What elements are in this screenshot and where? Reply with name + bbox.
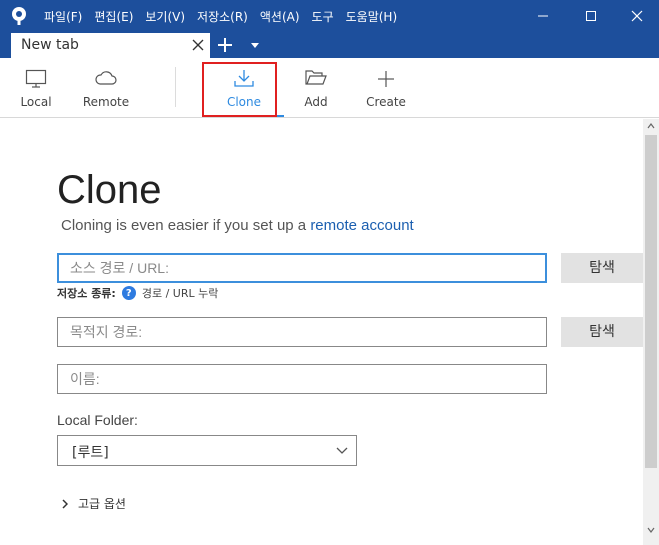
local-folder-value: [루트] (72, 445, 109, 461)
clone-label: Clone (226, 95, 262, 109)
title-bar: 파일(F) 편집(E) 보기(V) 저장소(R) 액션(A) 도구 도움말(H) (0, 0, 659, 32)
tab-bar: New tab (0, 32, 659, 58)
advanced-options-toggle[interactable]: 고급 옵션 (62, 495, 126, 512)
toolbar: Local Remote Clone Add Create (0, 58, 659, 118)
tab-label: New tab (21, 37, 79, 53)
source-url-input[interactable] (57, 253, 547, 283)
menu-file[interactable]: 파일(F) (44, 8, 82, 25)
clone-button[interactable]: Clone (204, 58, 284, 118)
scroll-up-icon[interactable] (647, 123, 655, 129)
repo-type-row: 저장소 종류: ? 경로 / URL 누락 (57, 285, 218, 301)
browse-destination-button[interactable]: 탐색 (561, 317, 643, 347)
help-icon[interactable]: ? (121, 286, 136, 300)
active-tool-indicator (204, 115, 284, 117)
vertical-scrollbar[interactable] (643, 119, 659, 545)
remote-account-link[interactable]: remote account (310, 217, 413, 234)
menu-view[interactable]: 보기(V) (145, 8, 185, 25)
repo-type-label: 저장소 종류: (57, 287, 116, 300)
cloud-icon (95, 71, 117, 85)
remote-button[interactable]: Remote (76, 58, 136, 118)
subtitle-text: Cloning is even easier if you set up a (61, 217, 311, 234)
chevron-right-icon (62, 498, 68, 509)
folder-open-icon (305, 70, 327, 85)
menu-tools[interactable]: 도구 (312, 8, 334, 25)
add-label: Add (304, 95, 328, 109)
close-window-button[interactable] (614, 0, 659, 32)
remote-label: Remote (82, 95, 130, 109)
page-title: Clone (57, 168, 162, 212)
menu-repository[interactable]: 저장소(R) (197, 8, 248, 25)
scrollbar-thumb[interactable] (645, 135, 657, 468)
close-icon (631, 10, 643, 22)
menu-edit[interactable]: 편집(E) (94, 8, 133, 25)
local-folder-select[interactable]: [루트] (57, 435, 357, 466)
advanced-options-label: 고급 옵션 (78, 497, 126, 511)
add-button[interactable]: Add (290, 58, 342, 118)
new-tab-plus-icon[interactable] (216, 36, 234, 54)
maximize-icon (586, 11, 596, 21)
local-folder-label: Local Folder: (57, 412, 138, 428)
maximize-button[interactable] (568, 0, 614, 32)
tab-close-icon[interactable] (191, 38, 205, 52)
create-button[interactable]: Create (358, 58, 414, 118)
tab-dropdown-icon[interactable] (250, 42, 260, 50)
destination-path-input[interactable] (57, 317, 547, 347)
menu-help[interactable]: 도움말(H) (346, 8, 398, 25)
clone-panel: Clone Cloning is even easier if you set … (0, 119, 643, 545)
name-input[interactable] (57, 364, 547, 394)
minimize-icon (538, 15, 548, 17)
local-label: Local (20, 95, 52, 109)
scroll-down-icon[interactable] (647, 527, 655, 533)
chevron-down-icon (336, 447, 348, 454)
toolbar-separator (175, 67, 176, 107)
app-logo-icon (12, 7, 26, 25)
repo-type-value: 경로 / URL 누락 (141, 287, 219, 300)
browse-source-button[interactable]: 탐색 (561, 253, 643, 283)
menu-actions[interactable]: 액션(A) (260, 8, 300, 25)
tab-new-tab[interactable]: New tab (11, 33, 210, 58)
minimize-button[interactable] (520, 0, 566, 32)
local-button[interactable]: Local (8, 58, 64, 118)
subtitle: Cloning is even easier if you set up a r… (61, 217, 414, 234)
create-label: Create (366, 95, 406, 109)
plus-icon (378, 71, 394, 87)
menu-bar: 파일(F) 편집(E) 보기(V) 저장소(R) 액션(A) 도구 도움말(H) (44, 0, 409, 32)
download-icon (234, 70, 254, 87)
monitor-icon (25, 69, 47, 88)
